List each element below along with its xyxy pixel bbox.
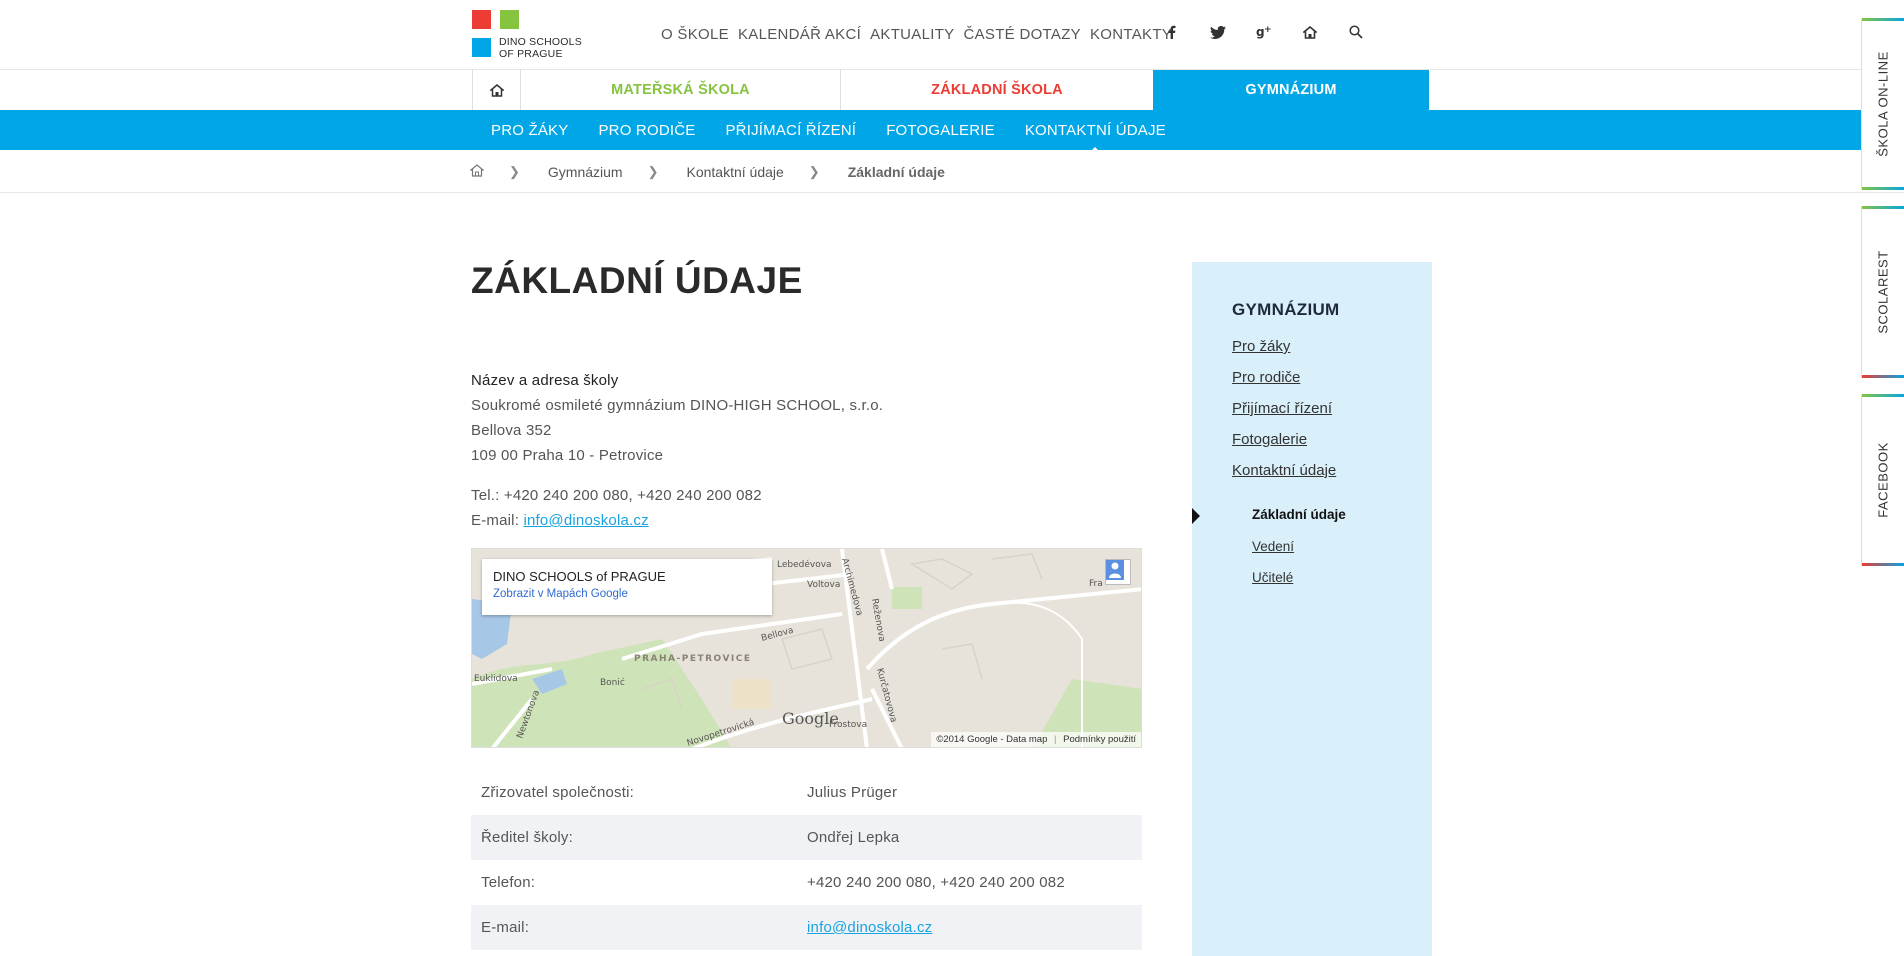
table-email-link[interactable]: info@dinoskola.cz (807, 919, 932, 936)
side-tab-label: ŠKOLA ON-LINE (1875, 51, 1891, 157)
table-cell-value: +420 240 200 080, +420 240 200 082 (807, 874, 1065, 891)
sidebar-item-fotogalerie[interactable]: Fotogalerie (1232, 431, 1336, 462)
chevron-right-icon: ❯ (808, 163, 820, 179)
table-row: Zřizovatel společnosti: Julius Prüger (471, 770, 1142, 815)
school-address-block: Název a adresa školy Soukromé osmileté g… (471, 368, 883, 533)
top-nav-caste-dotazy[interactable]: ČASTÉ DOTAZY (963, 26, 1081, 43)
email-line: E-mail: info@dinoskola.cz (471, 508, 883, 533)
side-tab-label: FACEBOOK (1875, 442, 1891, 518)
sidebar-subitem-zakladni-udaje[interactable]: Základní údaje (1252, 507, 1346, 539)
map-label: Lebedévova (777, 559, 832, 570)
logo-blue-square (472, 38, 491, 57)
breadcrumb-divider (0, 192, 1904, 193)
map-place-name: DINO SCHOOLS of PRAGUE (493, 569, 666, 584)
side-tab-facebook[interactable]: FACEBOOK (1861, 394, 1904, 566)
sidebar-submenu: Základní údaje Vedení Učitelé (1252, 507, 1346, 602)
contact-table: Zřizovatel společnosti: Julius Prüger Ře… (471, 770, 1142, 950)
side-tab-label: SCOLAREST (1875, 250, 1891, 334)
table-cell-value: Ondřej Lepka (807, 829, 900, 846)
map-info-card: DINO SCHOOLS of PRAGUE Zobrazit v Mapách… (482, 559, 772, 615)
site-logo[interactable]: DINO SCHOOLS OF PRAGUE (472, 10, 592, 62)
chevron-right-icon: ❯ (509, 163, 520, 179)
map-label: Bonić (600, 677, 625, 688)
table-cell-label: Zřizovatel společnosti: (481, 784, 634, 801)
top-nav-kontakty[interactable]: KONTAKTY (1090, 26, 1172, 43)
sidebar-title: GYMNÁZIUM (1232, 300, 1340, 319)
school-tabs: MATEŘSKÁ ŠKOLA ZÁKLADNÍ ŠKOLA GYMNÁZIUM (0, 70, 1904, 110)
sidebar-menu: Pro žáky Pro rodiče Přijímací řízení Fot… (1232, 338, 1336, 493)
table-row: Telefon: +420 240 200 080, +420 240 200 … (471, 860, 1142, 905)
google-plus-icon[interactable]: g + (1254, 22, 1274, 42)
logo-green-square (500, 10, 519, 29)
sidebar-item-prijimaci-rizeni[interactable]: Přijímací řízení (1232, 400, 1336, 431)
breadcrumb-gymnazium[interactable]: Gymnázium (548, 164, 623, 180)
map-terms-link[interactable]: Podmínky použití (1063, 734, 1136, 745)
map-label: PRAHA-PETROVICE (634, 654, 752, 664)
breadcrumb-home-icon[interactable] (469, 163, 485, 180)
twitter-icon[interactable] (1208, 22, 1228, 42)
table-cell-value: Julius Prüger (807, 784, 898, 801)
table-row: E-mail: info@dinoskola.cz (471, 905, 1142, 950)
phone-line: Tel.: +420 240 200 080, +420 240 200 082 (471, 487, 762, 504)
page-title: ZÁKLADNÍ ÚDAJE (471, 260, 803, 301)
map-open-link[interactable]: Zobrazit v Mapách Google (493, 588, 628, 600)
table-cell-value: info@dinoskola.cz (807, 919, 1142, 936)
logo-text: DINO SCHOOLS OF PRAGUE (499, 36, 582, 60)
subnav-pro-zaky[interactable]: PRO ŽÁKY (491, 122, 568, 139)
map-label: Fra (1089, 579, 1103, 589)
svg-text:+: + (1264, 25, 1272, 35)
tab-materska-skola[interactable]: MATEŘSKÁ ŠKOLA (521, 70, 841, 110)
address-line-street: Bellova 352 (471, 422, 552, 439)
table-cell-label: Ředitel školy: (481, 829, 574, 846)
search-icon[interactable] (1346, 22, 1366, 42)
breadcrumb-current: Základní údaje (847, 163, 945, 180)
house-icon[interactable] (1300, 22, 1320, 42)
table-cell-label: E-mail: (481, 919, 530, 936)
logo-line-2: OF PRAGUE (499, 48, 563, 60)
breadcrumb: ❯ Gymnázium ❯ Kontaktní údaje ❯ Základní… (469, 150, 1904, 193)
sidebar-subitem-vedeni[interactable]: Vedení (1252, 539, 1346, 571)
sidebar-item-kontaktni-udaje[interactable]: Kontaktní údaje (1232, 462, 1336, 493)
table-cell-label: Telefon: (481, 874, 536, 891)
subnav-kontaktni-udaje[interactable]: KONTAKTNÍ ÚDAJE (1025, 122, 1166, 153)
address-line-name: Soukromé osmileté gymnázium DINO-HIGH SC… (471, 397, 884, 414)
top-nav-kalendar[interactable]: KALENDÁŘ AKCÍ (738, 26, 861, 43)
sidebar-item-pro-rodice[interactable]: Pro rodiče (1232, 369, 1336, 400)
sidebar-subitem-ucitele[interactable]: Učitelé (1252, 570, 1346, 602)
subnav-fotogalerie[interactable]: FOTOGALERIE (886, 122, 995, 139)
top-nav-aktuality[interactable]: AKTUALITY (870, 26, 954, 43)
tab-zakladni-skola[interactable]: ZÁKLADNÍ ŠKOLA (841, 70, 1153, 110)
google-logo: Google (782, 709, 839, 728)
breadcrumb-kontaktni-udaje[interactable]: Kontaktní údaje (687, 164, 784, 180)
chevron-right-icon: ❯ (647, 163, 659, 179)
side-tab-scolarest[interactable]: SCOLAREST (1861, 206, 1904, 378)
address-line-city: 109 00 Praha 10 - Petrovice (471, 447, 664, 464)
section-sidebar: GYMNÁZIUM Pro žáky Pro rodiče Přijímací … (1192, 262, 1432, 956)
top-nav-o-skole[interactable]: O ŠKOLE (661, 26, 729, 43)
facebook-icon[interactable] (1162, 22, 1182, 42)
map-copyright: ©2014 Google - Data map (936, 734, 1048, 745)
map-attribution: ©2014 Google - Data map | Podmínky použi… (931, 732, 1141, 747)
home-icon[interactable] (472, 70, 521, 110)
email-link[interactable]: info@dinoskola.cz (523, 512, 648, 529)
pegman-icon[interactable] (1105, 559, 1131, 585)
logo-red-square (472, 10, 491, 29)
subnav-pro-rodice[interactable]: PRO RODIČE (598, 122, 695, 139)
map-label: Euklidova (474, 674, 518, 684)
logo-line-1: DINO SCHOOLS (499, 36, 582, 48)
section-subnav: PRO ŽÁKY PRO RODIČE PŘIJÍMACÍ ŘÍZENÍ FOT… (0, 110, 1904, 153)
social-links: g + (1162, 22, 1366, 42)
caret-right-icon (1192, 508, 1200, 524)
tab-gymnazium[interactable]: GYMNÁZIUM (1153, 70, 1429, 110)
address-label: Název a adresa školy (471, 372, 619, 389)
side-tab-skola-online[interactable]: ŠKOLA ON-LINE (1861, 18, 1904, 190)
top-header: DINO SCHOOLS OF PRAGUE O ŠKOLE KALENDÁŘ … (0, 0, 1904, 70)
map-label: Voltova (807, 580, 840, 590)
sidebar-item-pro-zaky[interactable]: Pro žáky (1232, 338, 1336, 369)
google-map[interactable]: Lebedévova Voltova Archimedova Reženova … (471, 548, 1142, 748)
table-row: Ředitel školy: Ondřej Lepka (471, 815, 1142, 860)
top-nav: O ŠKOLE KALENDÁŘ AKCÍ AKTUALITY ČASTÉ DO… (661, 26, 1172, 43)
email-prefix: E-mail: (471, 512, 524, 529)
subnav-prijimaci-rizeni[interactable]: PŘIJÍMACÍ ŘÍZENÍ (725, 122, 856, 139)
